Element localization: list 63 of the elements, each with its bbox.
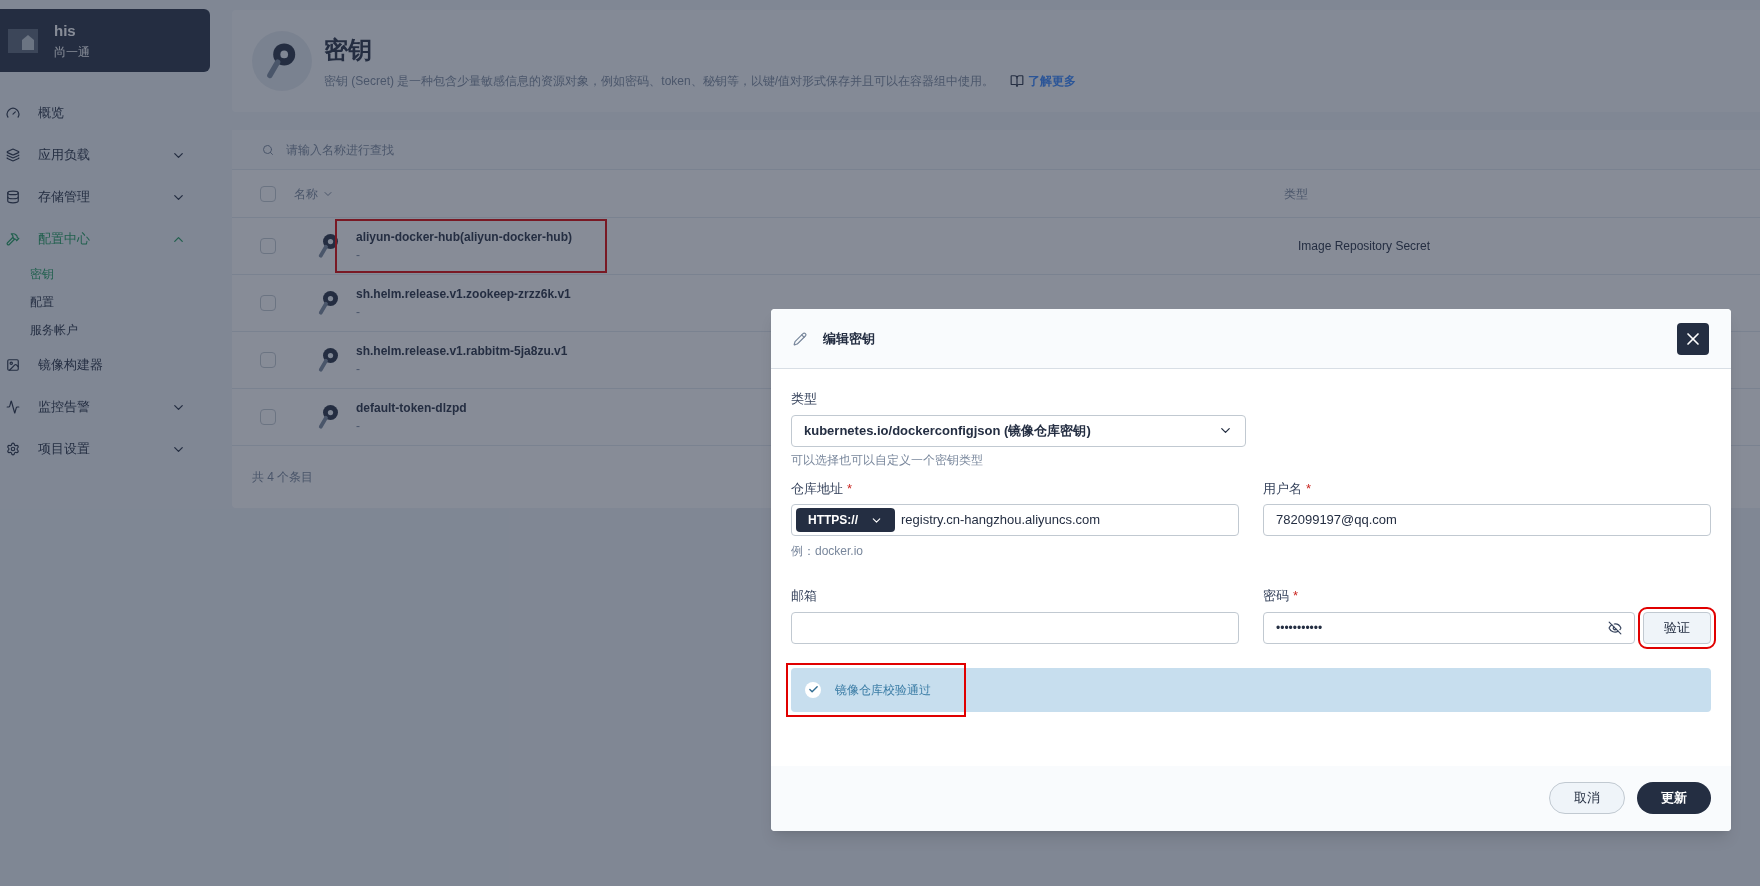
secret-description: - bbox=[356, 247, 361, 264]
secret-name[interactable]: sh.helm.release.v1.rabbitm-5ja8zu.v1 bbox=[356, 342, 568, 360]
sidebar-item[interactable]: 项目设置 bbox=[0, 428, 222, 470]
sidebar-item[interactable]: 应用负载 bbox=[0, 134, 222, 176]
learn-more-link[interactable]: 了解更多 bbox=[1010, 72, 1077, 90]
layers-icon bbox=[6, 148, 20, 162]
required-mark: * bbox=[1306, 479, 1312, 498]
email-field[interactable] bbox=[791, 611, 1239, 644]
sidebar-item[interactable]: 概览 bbox=[0, 92, 222, 134]
required-mark: * bbox=[1293, 587, 1299, 605]
image-icon bbox=[6, 358, 20, 372]
sidebar-item[interactable]: 监控告警 bbox=[0, 386, 222, 428]
settings-icon bbox=[6, 442, 20, 456]
field-label: 密码 bbox=[1263, 587, 1289, 605]
row-checkbox[interactable] bbox=[260, 295, 276, 311]
field-hint: 可以选择也可以自定义一个密钥类型 bbox=[791, 451, 984, 469]
alert-message: 镜像仓库校验通过 bbox=[835, 681, 931, 699]
database-icon bbox=[6, 190, 20, 204]
select-all-checkbox[interactable] bbox=[260, 185, 276, 202]
update-button[interactable]: 更新 bbox=[1637, 782, 1711, 814]
close-button[interactable] bbox=[1677, 322, 1709, 355]
secret-name[interactable]: sh.helm.release.v1.zookeep-zrzz6k.v1 bbox=[356, 285, 571, 303]
type-select[interactable]: kubernetes.io/dockerconfigjson (镜像仓库密钥) bbox=[791, 414, 1246, 447]
search-icon bbox=[262, 143, 274, 156]
password-field[interactable]: ••••••••••• bbox=[1263, 611, 1635, 644]
secret-description: - bbox=[356, 361, 361, 378]
field-label: 类型 bbox=[791, 390, 817, 408]
sidebar-subitem[interactable]: 配置 bbox=[0, 288, 222, 316]
eye-off-icon bbox=[1608, 620, 1622, 635]
sidebar-subitem[interactable]: 服务帐户 bbox=[0, 316, 222, 344]
secret-name[interactable]: aliyun-docker-hub(aliyun-docker-hub) bbox=[356, 228, 572, 246]
username-field[interactable]: 782099197@qq.com bbox=[1263, 504, 1711, 536]
row-checkbox[interactable] bbox=[260, 409, 276, 425]
row-checkbox[interactable] bbox=[260, 238, 276, 254]
workspace-name: his bbox=[54, 21, 77, 42]
workspace-subtitle: 尚一通 bbox=[54, 43, 90, 61]
required-mark: * bbox=[847, 479, 853, 498]
sidebar-subitem[interactable]: 密钥 bbox=[0, 260, 222, 288]
secret-type: Image Repository Secret bbox=[1298, 238, 1431, 255]
registry-field[interactable]: HTTPS:// registry.cn-hangzhou.aliyuncs.com bbox=[791, 504, 1239, 536]
column-header: 类型 bbox=[1284, 185, 1308, 203]
column-header[interactable]: 名称 bbox=[294, 184, 1284, 203]
field-label: 邮箱 bbox=[791, 587, 817, 605]
field-label: 用户名 bbox=[1263, 479, 1302, 498]
pulse-icon bbox=[6, 400, 20, 414]
gauge-icon bbox=[6, 106, 20, 120]
sidebar-item[interactable]: 配置中心 bbox=[0, 218, 222, 260]
hammer-icon bbox=[6, 232, 20, 246]
row-checkbox[interactable] bbox=[260, 352, 276, 368]
field-hint: 例：docker.io bbox=[791, 543, 865, 560]
page-title: 密钥 bbox=[324, 35, 373, 65]
workspace-card[interactable]: his 尚一通 bbox=[0, 9, 210, 72]
sidebar-item[interactable]: 存储管理 bbox=[0, 176, 222, 218]
cancel-button[interactable]: 取消 bbox=[1549, 782, 1625, 814]
secret-description: - bbox=[356, 304, 361, 321]
secret-name[interactable]: default-token-dlzpd bbox=[356, 399, 467, 417]
book-icon bbox=[1010, 74, 1025, 88]
field-label: 仓库地址 bbox=[791, 479, 843, 498]
protocol-select[interactable]: HTTPS:// bbox=[796, 508, 895, 532]
secret-description: - bbox=[356, 418, 361, 435]
sidebar-item[interactable]: 镜像构建器 bbox=[0, 344, 222, 386]
dialog-title: 编辑密钥 bbox=[823, 329, 876, 348]
pencil-icon bbox=[793, 331, 807, 346]
